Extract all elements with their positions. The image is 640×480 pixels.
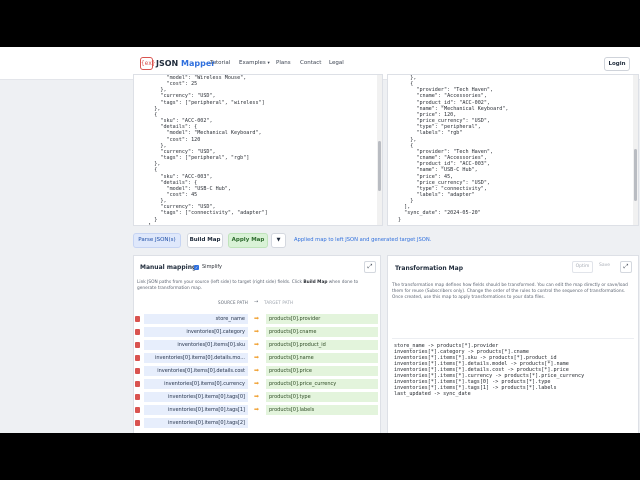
arrow-right-icon: ➡: [253, 341, 260, 348]
source-path[interactable]: inventories[0].category: [144, 327, 248, 337]
simplify-checkbox[interactable]: ✓: [194, 264, 199, 270]
source-path[interactable]: inventories[0].items[0].details.cost: [144, 366, 248, 376]
source-path[interactable]: inventories[0].items[0].currency: [144, 379, 248, 389]
delete-icon[interactable]: [135, 368, 140, 374]
parse-json-button[interactable]: Parse JSON(s): [133, 233, 181, 248]
target-scrollbar[interactable]: [633, 75, 638, 225]
login-button[interactable]: Login: [604, 57, 630, 71]
target-scroll-thumb[interactable]: [634, 149, 637, 201]
source-path[interactable]: inventories[0].items[0].tags[0]: [144, 392, 248, 402]
manual-mapping-title: Manual mapping: [140, 264, 197, 271]
nav-tutorial[interactable]: Tutorial: [210, 60, 230, 66]
source-scroll-thumb[interactable]: [378, 141, 381, 191]
arrow-right-icon: ➡: [253, 354, 260, 361]
expand-icon[interactable]: ⤢: [620, 261, 632, 273]
delete-icon[interactable]: [135, 316, 140, 322]
source-path[interactable]: inventories[0].items[0].tags[1]: [144, 405, 248, 415]
source-path[interactable]: inventories[0].items[0].details.mo...: [144, 353, 248, 363]
source-path[interactable]: inventories[0].items[0].tags[2]: [144, 418, 248, 428]
target-path[interactable]: products[0].type: [266, 392, 378, 402]
delete-icon[interactable]: [135, 420, 140, 426]
arrow-right-icon: ➡: [253, 406, 260, 413]
mapping-row: inventories[0].items[0].sku ➡ products[0…: [134, 340, 380, 350]
target-path-header: TARGET PATH: [264, 300, 294, 305]
nav-contact[interactable]: Contact: [300, 60, 321, 66]
target-json-editor[interactable]: }, { "provider": "Tech Haven", "cname": …: [387, 74, 639, 226]
app-screen: {ex} JSON Mapper Tutorial Examples ▾ Pla…: [0, 47, 640, 433]
delete-icon[interactable]: [135, 355, 140, 361]
logo[interactable]: {ex} JSON Mapper: [140, 57, 215, 70]
target-path[interactable]: products[0].provider: [266, 314, 378, 324]
mapping-row: inventories[0].category ➡ products[0].cn…: [134, 327, 380, 337]
arrow-right-icon: ➡: [253, 380, 260, 387]
brand-name: JSON: [156, 59, 179, 68]
arrow-right-icon: ➡: [253, 328, 260, 335]
arrow-right-icon: ➡: [253, 393, 260, 400]
expand-icon[interactable]: ⤢: [364, 261, 376, 273]
nav-plans[interactable]: Plans: [276, 60, 291, 66]
mapping-row: inventories[0].items[0].tags[0] ➡ produc…: [134, 392, 380, 402]
source-scrollbar[interactable]: [377, 75, 382, 225]
apply-map-button[interactable]: Apply Map: [228, 233, 268, 248]
delete-icon[interactable]: [135, 381, 140, 387]
manual-mapping-panel: Manual mapping ✓ Simplify ⤢ Link JSON pa…: [133, 255, 381, 433]
simplify-toggle[interactable]: ✓ Simplify: [194, 264, 222, 270]
header-arrow: →: [254, 299, 259, 305]
transformation-map-text[interactable]: store_name -> products[*].provider inven…: [394, 343, 584, 397]
build-map-emphasis: Build Map: [303, 280, 328, 285]
target-path[interactable]: products[0].name: [266, 353, 378, 363]
optimize-button[interactable]: Optim: [572, 261, 593, 273]
source-path[interactable]: inventories[0].items[0].sku: [144, 340, 248, 350]
source-json-editor[interactable]: "model": "Wireless Mouse", "cost": 25 },…: [133, 74, 383, 226]
arrow-right-icon: ➡: [253, 367, 260, 374]
more-options-button[interactable]: ▼: [271, 233, 286, 248]
delete-icon[interactable]: [135, 342, 140, 348]
transformation-map-title: Transformation Map: [395, 265, 463, 272]
simplify-label: Simplify: [202, 264, 223, 270]
source-json-code[interactable]: "model": "Wireless Mouse", "cost": 25 },…: [142, 75, 268, 225]
delete-icon[interactable]: [135, 394, 140, 400]
target-path[interactable]: products[0].cname: [266, 327, 378, 337]
mapping-row: inventories[0].items[0].currency ➡ produ…: [134, 379, 380, 389]
nav-examples-label: Examples: [239, 60, 266, 66]
manual-mapping-description: Link JSON paths from your source (left s…: [137, 280, 359, 291]
target-json-code[interactable]: }, { "provider": "Tech Haven", "cname": …: [398, 75, 508, 223]
mapping-row: inventories[0].items[0].details.cost ➡ p…: [134, 366, 380, 376]
target-path[interactable]: products[0].labels: [266, 405, 378, 415]
delete-icon[interactable]: [135, 329, 140, 335]
source-path[interactable]: store_name: [144, 314, 248, 324]
nav-examples[interactable]: Examples ▾: [239, 60, 270, 66]
source-path-header: SOURCE PATH: [218, 300, 249, 305]
mapping-row: inventories[0].items[0].tags[1] ➡ produc…: [134, 405, 380, 415]
chevron-down-icon: ▾: [267, 61, 270, 66]
build-map-button[interactable]: Build Map: [187, 233, 223, 248]
nav-legal[interactable]: Legal: [329, 60, 344, 66]
mapping-row: inventories[0].items[0].details.mo... ➡ …: [134, 353, 380, 363]
target-path[interactable]: products[0].price_currency: [266, 379, 378, 389]
target-path[interactable]: products[0].product_id: [266, 340, 378, 350]
save-button[interactable]: Save: [596, 261, 613, 271]
mapping-row: store_name ➡ products[0].provider: [134, 314, 380, 324]
status-message: Applied map to left JSON and generated t…: [294, 237, 432, 243]
target-path[interactable]: products[0].price: [266, 366, 378, 376]
transformation-map-description: The transformation map defines how field…: [392, 283, 628, 300]
logo-icon: {ex}: [140, 57, 155, 70]
mapping-row: inventories[0].items[0].tags[2]: [134, 418, 380, 428]
delete-icon[interactable]: [135, 407, 140, 413]
arrow-right-icon: ➡: [253, 315, 260, 322]
